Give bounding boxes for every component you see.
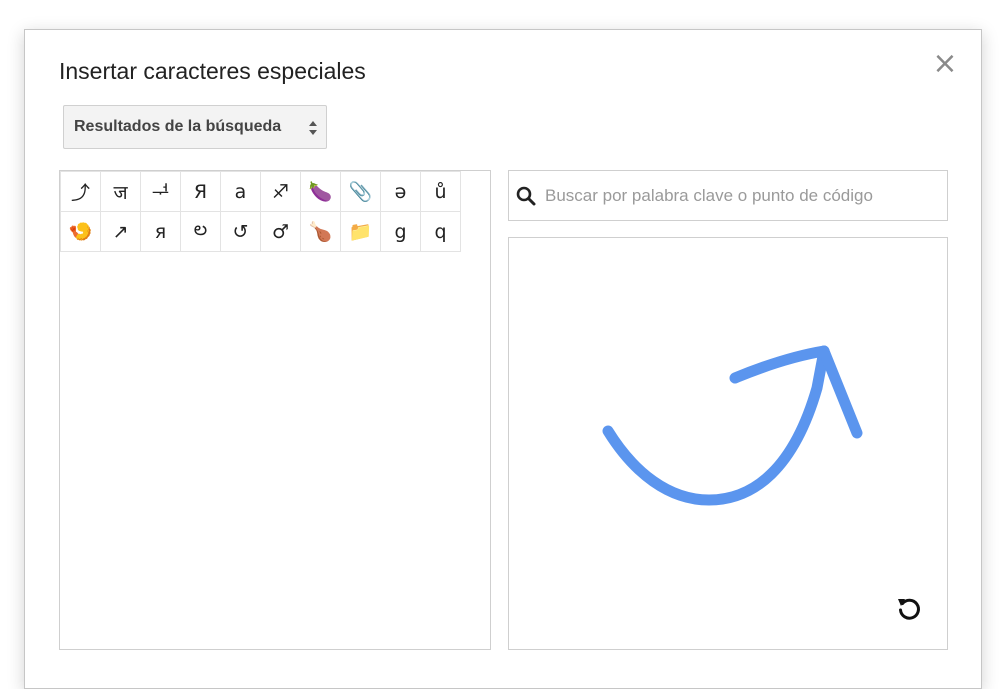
insert-special-characters-dialog: Insertar caracteres especiales × Resulta… [24,29,982,689]
character-cell[interactable]: g [381,212,421,252]
character-cell[interactable]: q [421,212,461,252]
character-cell[interactable]: 🍗 [301,212,341,252]
search-input[interactable] [543,184,937,207]
character-cell[interactable]: 📁 [341,212,381,252]
drawn-stroke [602,345,830,506]
character-cell[interactable]: Я [181,172,221,212]
character-cell[interactable]: ⤴ [61,172,101,212]
character-cell[interactable]: 🍆 [301,172,341,212]
character-cell[interactable]: я [141,212,181,252]
dialog-title: Insertar caracteres especiales [59,58,366,84]
drawing-canvas[interactable] [509,238,947,649]
reset-icon[interactable] [894,593,924,623]
character-cell[interactable]: ᅻ [141,172,181,212]
up-down-arrows-icon [309,121,317,135]
character-cell[interactable]: ల [181,212,221,252]
character-cell[interactable]: ↺ [221,212,261,252]
search-box[interactable] [508,170,948,221]
character-grid: ⤴ ज ᅻ Яa ♐ 🍆 📎 ə ů 🍤 ↗ я ల ↺ ♂ 🍗 📁 g q [60,171,461,252]
character-results-panel: ⤴ ज ᅻ Яa ♐ 🍆 📎 ə ů 🍤 ↗ я ల ↺ ♂ 🍗 📁 g q [59,170,491,650]
character-cell[interactable]: a [221,172,261,212]
search-icon [516,186,536,205]
character-cell[interactable]: ♐ [261,172,301,212]
character-cell[interactable]: 🍤 [61,212,101,252]
character-cell[interactable]: ↗ [101,212,141,252]
category-select[interactable]: Resultados de la búsqueda [63,105,327,149]
character-cell[interactable]: 📎 [341,172,381,212]
handwriting-panel[interactable] [508,237,948,650]
category-select-label: Resultados de la búsqueda [74,118,282,135]
character-cell[interactable]: ů [421,172,461,212]
drawn-stroke [729,345,863,439]
character-cell[interactable]: ə [381,172,421,212]
character-cell[interactable]: ज [101,172,141,212]
close-icon[interactable]: × [931,49,959,79]
character-cell[interactable]: ♂ [261,212,301,252]
